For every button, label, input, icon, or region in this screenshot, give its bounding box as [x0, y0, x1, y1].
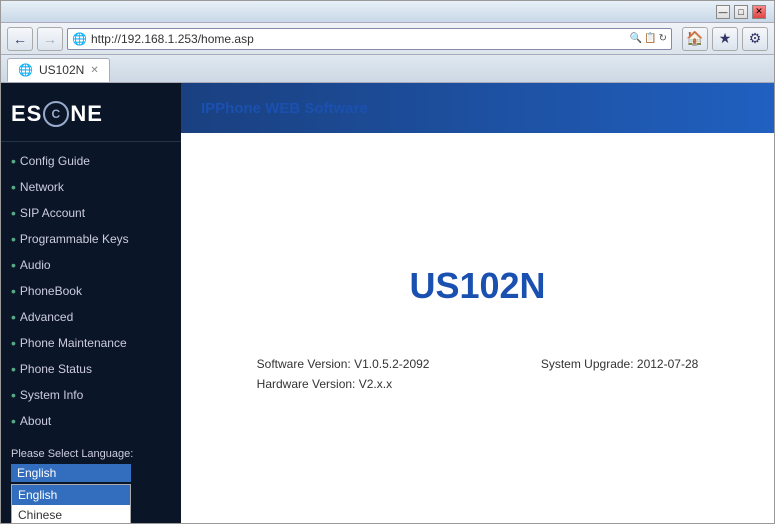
sidebar-item-label: About	[20, 414, 51, 428]
hardware-version-label: Hardware Version:	[257, 377, 356, 391]
ipphone-label: IPPhone WEB Software	[201, 100, 368, 117]
tab-bar: 🌐 US102N ✕	[1, 55, 774, 83]
version-left: Software Version: V1.0.5.2-2092 Hardware…	[257, 357, 430, 391]
bullet-icon: •	[11, 387, 16, 403]
sidebar-item-label: Phone Status	[20, 362, 92, 376]
active-tab[interactable]: 🌐 US102N ✕	[7, 58, 110, 82]
bullet-icon: •	[11, 257, 16, 273]
sidebar-item-label: SIP Account	[20, 206, 85, 220]
sidebar-item-phone-status[interactable]: • Phone Status	[1, 356, 181, 382]
bullet-icon: •	[11, 231, 16, 247]
logo-area: ES C NE	[1, 93, 181, 142]
search-icon[interactable]: 🔍	[630, 33, 642, 44]
main-header: IPPhone WEB Software	[181, 83, 774, 133]
system-upgrade-value: 2012-07-28	[637, 357, 698, 371]
bullet-icon: •	[11, 413, 16, 429]
forward-button[interactable]: →	[37, 27, 63, 51]
system-upgrade-line: System Upgrade: 2012-07-28	[541, 357, 698, 371]
page-content: ES C NE • Config Guide • Network • SIP A…	[1, 83, 774, 523]
bullet-icon: •	[11, 179, 16, 195]
version-right: System Upgrade: 2012-07-28	[541, 357, 698, 391]
system-upgrade-label: System Upgrade:	[541, 357, 634, 371]
back-button[interactable]: ←	[7, 27, 33, 51]
language-label: Please Select Language:	[11, 448, 171, 460]
sidebar-item-config-guide[interactable]: • Config Guide	[1, 148, 181, 174]
refresh-icon[interactable]: ↻	[659, 33, 667, 44]
logo-circle-icon: C	[43, 101, 69, 127]
bookmark-icon[interactable]: 📋	[644, 33, 656, 44]
sidebar-item-label: Network	[20, 180, 64, 194]
software-version-label: Software Version:	[257, 357, 351, 371]
product-name: US102N	[409, 265, 545, 307]
bullet-icon: •	[11, 361, 16, 377]
logo: ES C NE	[11, 101, 171, 127]
sidebar-item-advanced[interactable]: • Advanced	[1, 304, 181, 330]
browser-frame: — □ ✕ ← → 🌐 http://192.168.1.253/home.as…	[0, 0, 775, 524]
language-options-list: English Chinese Русский Polish Portugues…	[11, 484, 131, 523]
sidebar: ES C NE • Config Guide • Network • SIP A…	[1, 83, 181, 523]
main-body: US102N Software Version: V1.0.5.2-2092 H…	[181, 133, 774, 523]
sidebar-item-phonebook[interactable]: • PhoneBook	[1, 278, 181, 304]
sidebar-item-programmable-keys[interactable]: • Programmable Keys	[1, 226, 181, 252]
logo-ene: NE	[70, 101, 103, 127]
software-version-line: Software Version: V1.0.5.2-2092	[257, 357, 430, 371]
sidebar-item-label: Audio	[20, 258, 51, 272]
sidebar-item-phone-maintenance[interactable]: • Phone Maintenance	[1, 330, 181, 356]
bullet-icon: •	[11, 205, 16, 221]
close-button[interactable]: ✕	[752, 5, 766, 19]
bullet-icon: •	[11, 153, 16, 169]
sidebar-item-audio[interactable]: • Audio	[1, 252, 181, 278]
home-button[interactable]: 🏠	[682, 27, 708, 51]
favorites-button[interactable]: ★	[712, 27, 738, 51]
lang-option-english[interactable]: English	[12, 485, 130, 505]
software-version-value: V1.0.5.2-2092	[354, 357, 429, 371]
sidebar-item-sip-account[interactable]: • SIP Account	[1, 200, 181, 226]
tab-label: US102N	[39, 63, 84, 77]
tab-icon: 🌐	[18, 63, 33, 77]
url-text: http://192.168.1.253/home.asp	[91, 32, 626, 46]
sidebar-item-label: Config Guide	[20, 154, 90, 168]
nav-bar: ← → 🌐 http://192.168.1.253/home.asp 🔍 📋 …	[1, 23, 774, 55]
bullet-icon: •	[11, 335, 16, 351]
address-bar[interactable]: 🌐 http://192.168.1.253/home.asp 🔍 📋 ↻	[67, 28, 672, 50]
sidebar-item-label: Programmable Keys	[20, 232, 129, 246]
sidebar-item-network[interactable]: • Network	[1, 174, 181, 200]
tools-button[interactable]: ⚙	[742, 27, 768, 51]
language-dropdown[interactable]: English English Chinese Русский Polish P…	[11, 464, 131, 482]
title-bar: — □ ✕	[1, 1, 774, 23]
sidebar-item-about[interactable]: • About	[1, 408, 181, 434]
sidebar-item-system-info[interactable]: • System Info	[1, 382, 181, 408]
maximize-button[interactable]: □	[734, 5, 748, 19]
minimize-button[interactable]: —	[716, 5, 730, 19]
bullet-icon: •	[11, 283, 16, 299]
sidebar-item-label: PhoneBook	[20, 284, 82, 298]
main-content: IPPhone WEB Software US102N Software Ver…	[181, 83, 774, 523]
hardware-version-value: V2.x.x	[359, 377, 392, 391]
sidebar-item-label: System Info	[20, 388, 83, 402]
sidebar-item-label: Advanced	[20, 310, 73, 324]
page-icon: 🌐	[72, 32, 87, 46]
language-section: Please Select Language: English English …	[1, 438, 181, 492]
bullet-icon: •	[11, 309, 16, 325]
lang-option-chinese[interactable]: Chinese	[12, 505, 130, 523]
sidebar-item-label: Phone Maintenance	[20, 336, 127, 350]
logo-es: ES	[11, 101, 42, 127]
hardware-version-line: Hardware Version: V2.x.x	[257, 377, 430, 391]
language-selected[interactable]: English	[11, 464, 131, 482]
tab-close-icon[interactable]: ✕	[90, 65, 98, 76]
